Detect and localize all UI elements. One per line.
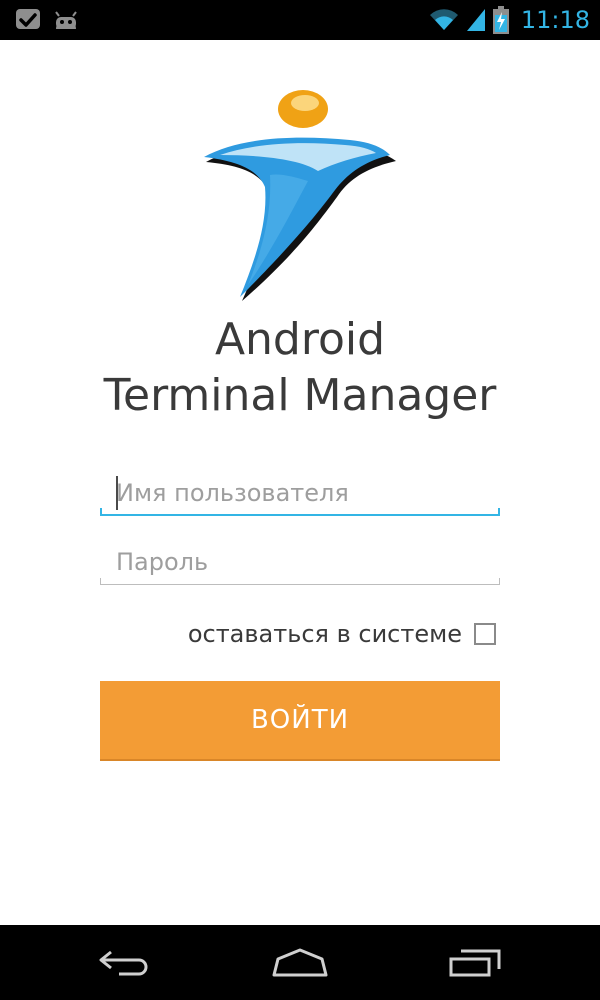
password-field[interactable] [100,539,500,585]
app-title: Android Terminal Manager [0,312,600,424]
navigation-bar [0,925,600,1000]
app-logo [204,90,396,301]
remember-me-row[interactable]: оставаться в системе [0,614,496,654]
app-title-line2: Terminal Manager [103,370,497,421]
wifi-icon [429,9,458,31]
back-icon [99,950,148,976]
home-icon [272,948,328,977]
status-bar: 11:18 [0,0,600,40]
text-cursor [116,476,118,510]
username-input[interactable] [100,470,500,516]
username-field[interactable] [100,470,500,516]
android-notification-icon [55,11,77,29]
status-icons: 11:18 [429,0,590,40]
app-title-line1: Android [214,314,386,365]
username-underline [100,508,500,516]
recent-apps-icon [449,949,501,977]
password-underline [100,578,500,585]
login-button[interactable]: ВОЙТИ [100,681,500,761]
battery-charging-icon [492,6,509,34]
home-button[interactable] [265,943,335,983]
remember-me-checkbox[interactable] [474,623,496,645]
password-input[interactable] [100,539,500,585]
recent-apps-button[interactable] [440,943,510,983]
check-notification-icon [16,9,40,29]
clock: 11:18 [520,6,590,34]
remember-me-label: оставаться в системе [187,620,462,648]
cell-signal-icon [466,9,485,31]
back-button[interactable] [90,943,160,983]
login-screen: 11:18 Android Terminal Manager оставатьс… [0,0,600,1000]
